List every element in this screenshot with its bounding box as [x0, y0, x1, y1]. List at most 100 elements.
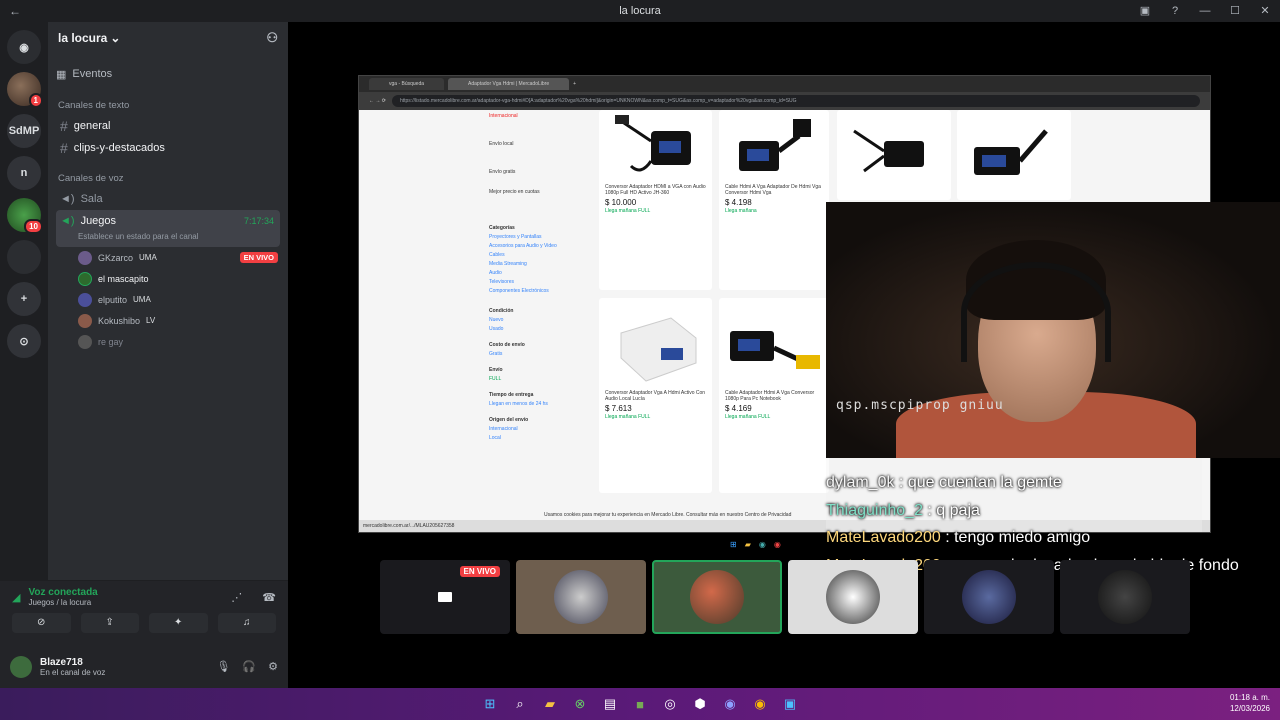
- product-name: Conversor Adaptador Vga A Hdmi Activo Co…: [605, 390, 706, 402]
- product-card: Conversor Adaptador Vga A Hdmi Activo Co…: [599, 298, 712, 493]
- window-titlebar: ← la locura ▣ ? — ☐ ✕: [0, 0, 1280, 22]
- voice-user[interactable]: Kokushibo LV: [48, 310, 288, 331]
- calendar-icon: ▦: [56, 68, 67, 81]
- product-image: [719, 298, 829, 388]
- noise-suppression-icon[interactable]: ⋰: [231, 591, 242, 604]
- channel-label: clips-y-destacados: [73, 142, 165, 154]
- soundboard-button[interactable]: ♫: [217, 613, 276, 633]
- channel-label: general: [73, 120, 111, 132]
- voice-user[interactable]: el mascapito: [48, 268, 288, 289]
- user-tag: UMA: [139, 253, 157, 262]
- user-panel: Blaze718 En el canal de voz 🎙 🎧 ⚙: [0, 645, 288, 688]
- maximize-button[interactable]: ☐: [1220, 0, 1250, 22]
- discord-icon[interactable]: ◉: [719, 693, 741, 715]
- avatar: [78, 334, 92, 349]
- disconnect-icon[interactable]: ☎: [262, 591, 276, 604]
- speaker-icon: ◄): [60, 215, 75, 227]
- voice-user[interactable]: elputito UMA: [48, 289, 288, 310]
- inbox-icon[interactable]: ▣: [1130, 0, 1160, 22]
- voice-user[interactable]: re gay: [48, 331, 288, 352]
- filter-item: Televisores: [489, 279, 515, 285]
- chat-message: MateLavado200 : tengo miedo amigo: [826, 529, 1280, 547]
- store-icon[interactable]: ▤: [599, 693, 621, 715]
- camera-off-button[interactable]: ⊘: [12, 613, 71, 633]
- app-icon[interactable]: ⬢: [689, 693, 711, 715]
- filter-heading: Envío: [489, 367, 503, 373]
- product-price: $ 4.198: [725, 198, 752, 207]
- search-icon[interactable]: ⌕: [509, 693, 531, 715]
- participant-tile[interactable]: [924, 560, 1054, 634]
- voice-channel-juegos[interactable]: ◄) Juegos 7:17:34: [56, 210, 280, 232]
- system-clock[interactable]: 01:18 a. m. 12/03/2026: [1230, 692, 1270, 714]
- avatar: [78, 313, 92, 328]
- discord-home-icon[interactable]: ◉: [7, 30, 41, 64]
- events-item[interactable]: ▦ Eventos: [56, 62, 288, 86]
- voice-channel-sala[interactable]: ◄) Sala: [48, 188, 288, 210]
- filter-item: Componentes Electrónicos: [489, 288, 549, 294]
- hash-icon: #: [60, 118, 68, 134]
- webcam-text: qsp.mscpiprop gniuu: [836, 398, 1004, 413]
- guild-header[interactable]: la locura ⌄ ⚇: [48, 22, 288, 54]
- participant-tile[interactable]: [516, 560, 646, 634]
- avatar[interactable]: [10, 655, 32, 678]
- filter-item: Nuevo: [489, 317, 504, 323]
- user-name: el mascapito: [98, 273, 149, 284]
- chat-text: : q paja: [922, 501, 980, 519]
- participant-tile[interactable]: [1060, 560, 1190, 634]
- cookie-banner: Usamos cookies para mejorar tu experienc…: [544, 512, 792, 518]
- avatar: [554, 570, 608, 624]
- screen-share-button[interactable]: ⇪: [80, 613, 139, 633]
- participant-tile[interactable]: [788, 560, 918, 634]
- product-shipping: Llega mañana: [725, 208, 757, 214]
- minecraft-icon[interactable]: ■: [629, 693, 651, 715]
- product-price: $ 7.613: [605, 404, 632, 413]
- xbox-icon[interactable]: ⊗: [569, 693, 591, 715]
- filters-sidebar: Internacional Envío local Envío gratis M…: [489, 110, 589, 441]
- voice-user[interactable]: GKzarco UMA EN VIVO: [48, 247, 288, 268]
- help-icon[interactable]: ?: [1160, 0, 1190, 22]
- app-icon[interactable]: ▣: [779, 693, 801, 715]
- close-button[interactable]: ✕: [1250, 0, 1280, 22]
- chat-message: Thiaguinho_2 : q paja: [826, 502, 1280, 520]
- file-explorer-icon[interactable]: ▰: [539, 693, 561, 715]
- chat-user: dylam_0k: [826, 474, 895, 491]
- invite-people-icon[interactable]: ⚇: [266, 30, 278, 46]
- minimize-button[interactable]: —: [1190, 0, 1220, 22]
- filter-heading: Origen del envío: [489, 417, 529, 423]
- channel-status-prompt[interactable]: Establece un estado para el canal: [56, 232, 280, 247]
- participant-tile-speaking[interactable]: [652, 560, 782, 634]
- channel-clips[interactable]: # clips-y-destacados: [48, 137, 288, 159]
- avatar: [962, 570, 1016, 624]
- activities-button[interactable]: ✦: [149, 613, 208, 633]
- voice-timer: 7:17:34: [243, 216, 274, 226]
- channel-general[interactable]: # general: [48, 115, 288, 137]
- filter-item: Proyectores y Pantallas: [489, 234, 542, 240]
- voice-status[interactable]: Voz conectada: [28, 587, 97, 598]
- chrome-icon[interactable]: ◉: [749, 693, 771, 715]
- server-icon[interactable]: 1: [7, 72, 43, 108]
- channel-label: Sala: [80, 193, 103, 205]
- stream-tile[interactable]: EN VIVO: [380, 560, 510, 634]
- microphone-icon[interactable]: 🎙: [216, 660, 230, 673]
- gear-icon[interactable]: ⚙: [268, 660, 278, 673]
- steam-icon[interactable]: ◎: [659, 693, 681, 715]
- server-n[interactable]: n: [7, 156, 41, 190]
- discover-icon[interactable]: ⊙: [7, 324, 41, 358]
- screen-share-icon: [438, 592, 452, 602]
- filter-mejor-precio: Mejor precio en cuotas: [489, 189, 540, 195]
- filter-item: FULL: [489, 376, 502, 382]
- headphones-icon[interactable]: 🎧: [242, 660, 256, 673]
- avatar: [826, 570, 880, 624]
- server-icon[interactable]: 10: [7, 198, 43, 234]
- product-image: [599, 110, 712, 182]
- voice-category[interactable]: Canales de voz: [58, 173, 288, 184]
- start-icon[interactable]: ⊞: [479, 693, 501, 715]
- filter-item: Internacional: [489, 426, 518, 432]
- text-category[interactable]: Canales de texto: [58, 100, 288, 111]
- chat-user: MateLavado200: [826, 529, 941, 547]
- channel-sidebar: la locura ⌄ ⚇ ▦ Eventos Canales de texto #…: [48, 22, 288, 580]
- add-server-icon[interactable]: +: [7, 282, 41, 316]
- server-icon[interactable]: [7, 240, 41, 274]
- browser-tab: vga - Búsqueda: [369, 78, 445, 90]
- server-sdmp[interactable]: SdMP: [7, 114, 41, 148]
